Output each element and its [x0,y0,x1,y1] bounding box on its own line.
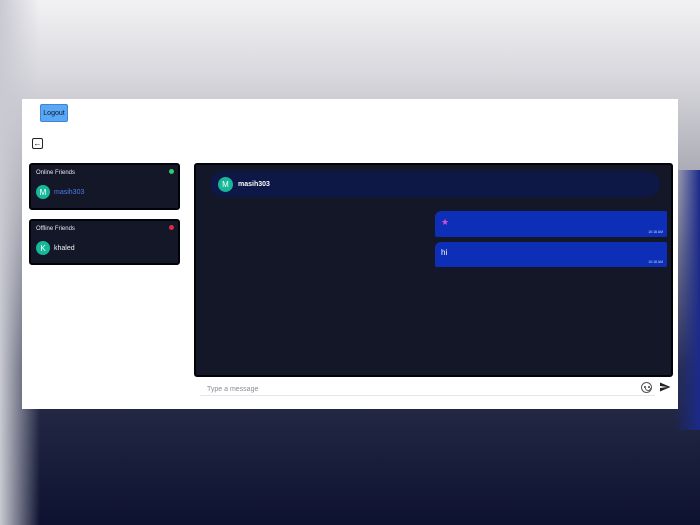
message-bubble: hi 10:18 AM [435,242,667,267]
smiley-icon[interactable] [641,382,652,393]
offline-friends-card: Offline Friends K khaled [29,219,180,265]
app-window: Logout ← Online Friends M masih303 Offli… [22,99,678,409]
online-status-dot [169,169,174,174]
logout-button[interactable]: Logout [40,104,68,122]
message-time: 10:18 AM [648,230,663,234]
send-icon[interactable] [659,381,671,393]
chat-contact-name: masih303 [238,180,270,188]
avatar: M [36,185,50,199]
offline-status-dot [169,225,174,230]
message-time: 10:18 AM [648,260,663,264]
message-bubble: ★ 10:18 AM [435,211,667,237]
message-text: hi [441,248,448,257]
online-friends-card: Online Friends M masih303 [29,163,180,210]
friend-item-online[interactable]: M masih303 [36,185,84,199]
avatar: K [36,241,50,255]
arrow-left-icon[interactable]: ← [32,138,43,149]
message-composer [200,378,655,398]
friend-item-offline[interactable]: K khaled [36,241,75,255]
star-icon: ★ [441,217,450,227]
online-friends-title: Online Friends [36,170,76,176]
friend-name: masih303 [54,188,85,196]
chat-header: M masih303 [210,171,660,197]
message-input[interactable] [200,381,655,398]
offline-friends-title: Offline Friends [36,226,75,232]
avatar: M [218,176,233,192]
chat-panel: M masih303 ★ 10:18 AM hi 10:18 AM [194,163,673,377]
friend-name: khaled [54,244,75,252]
